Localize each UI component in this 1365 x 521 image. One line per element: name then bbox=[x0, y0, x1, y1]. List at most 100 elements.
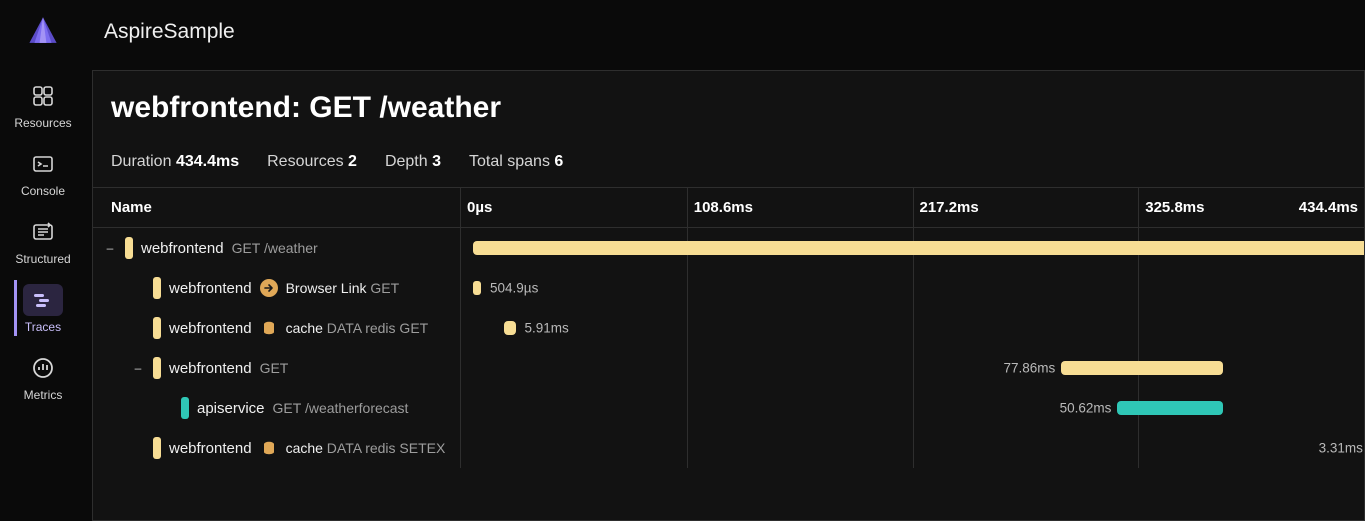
span-duration-label: 5.91ms bbox=[524, 321, 568, 336]
nav-item-metrics[interactable]: Metrics bbox=[14, 342, 71, 410]
nav-label: Metrics bbox=[24, 388, 63, 402]
span-name-cell: – webfrontend GET /weather bbox=[93, 228, 461, 268]
operation-name: cache DATA redis GET bbox=[286, 320, 429, 336]
span-row[interactable]: apiservice GET /weatherforecast 50.62ms bbox=[93, 388, 1364, 428]
operation-name: Browser Link GET bbox=[286, 280, 400, 296]
metrics-icon bbox=[23, 352, 63, 384]
grid-line bbox=[913, 388, 914, 428]
span-bar[interactable] bbox=[1117, 401, 1222, 415]
summary-spans: Total spans 6 bbox=[469, 153, 563, 171]
nav-item-console[interactable]: Console bbox=[14, 138, 71, 206]
span-row[interactable]: – webfrontend GET /weather bbox=[93, 228, 1364, 268]
grid-line bbox=[687, 348, 688, 388]
span-name-cell: webfrontend cache DATA redis SETEX bbox=[93, 428, 461, 468]
app-name: AspireSample bbox=[104, 20, 235, 44]
grid-line bbox=[1138, 268, 1139, 308]
nav-label: Console bbox=[21, 184, 65, 198]
span-name-cell: webfrontend Browser Link GET bbox=[93, 268, 461, 308]
span-bar-cell: 3.31ms bbox=[461, 428, 1364, 468]
grid-line bbox=[687, 308, 688, 348]
span-bar[interactable] bbox=[473, 281, 481, 295]
span-duration-label: 504.9µs bbox=[490, 281, 538, 296]
col-header-timeline: 0µs 108.6ms 217.2ms 325.8ms 434.4ms bbox=[461, 188, 1364, 227]
console-icon bbox=[23, 148, 63, 180]
resources-icon bbox=[23, 80, 63, 112]
nav-label: Structured bbox=[15, 252, 70, 266]
service-color-tag bbox=[153, 277, 161, 299]
summary-depth: Depth 3 bbox=[385, 153, 441, 171]
span-duration-label: 50.62ms bbox=[1060, 401, 1112, 416]
col-header-name: Name bbox=[93, 188, 461, 227]
app-logo bbox=[26, 14, 60, 48]
content-panel: webfrontend: GET /weather Duration 434.4… bbox=[92, 70, 1365, 521]
structured-icon bbox=[23, 216, 63, 248]
side-nav: Resources Console Structured Traces Metr… bbox=[0, 0, 86, 521]
axis-tick: 0µs bbox=[461, 188, 492, 227]
axis-tick: 325.8ms bbox=[1138, 188, 1204, 227]
grid-line bbox=[913, 308, 914, 348]
grid-line bbox=[1138, 308, 1139, 348]
summary-duration: Duration 434.4ms bbox=[111, 153, 239, 171]
operation-name: cache DATA redis SETEX bbox=[286, 440, 446, 456]
service-name: apiservice bbox=[197, 400, 265, 417]
span-bar-cell: 504.9µs bbox=[461, 268, 1364, 308]
span-row[interactable]: webfrontend Browser Link GET 504.9µs bbox=[93, 268, 1364, 308]
grid-line bbox=[913, 348, 914, 388]
span-bar-cell: 50.62ms bbox=[461, 388, 1364, 428]
span-bar-cell: 77.86ms bbox=[461, 348, 1364, 388]
database-icon bbox=[260, 319, 278, 337]
axis-tick: 217.2ms bbox=[913, 188, 979, 227]
service-name: webfrontend bbox=[169, 320, 252, 337]
span-row[interactable]: webfrontend cache DATA redis SETEX 3.31ms bbox=[93, 428, 1364, 468]
service-color-tag bbox=[125, 237, 133, 259]
expander-icon[interactable]: – bbox=[131, 361, 145, 375]
service-name: webfrontend bbox=[169, 440, 252, 457]
topbar: AspireSample bbox=[86, 0, 1365, 64]
span-duration-label: 3.31ms bbox=[1319, 441, 1363, 456]
axis-tick: 108.6ms bbox=[687, 188, 753, 227]
nav-item-traces[interactable]: Traces bbox=[14, 274, 71, 342]
span-rows: – webfrontend GET /weather webfrontend Brows… bbox=[93, 228, 1364, 468]
grid-line bbox=[687, 388, 688, 428]
span-bar-cell bbox=[461, 228, 1364, 268]
nav-item-resources[interactable]: Resources bbox=[14, 70, 71, 138]
nav-label: Traces bbox=[25, 320, 61, 334]
service-color-tag bbox=[153, 317, 161, 339]
span-bar[interactable] bbox=[1061, 361, 1223, 375]
service-name: webfrontend bbox=[169, 360, 252, 377]
service-color-tag bbox=[153, 357, 161, 379]
main: AspireSample webfrontend: GET /weather D… bbox=[86, 0, 1365, 521]
summary-resources: Resources 2 bbox=[267, 153, 357, 171]
service-name: webfrontend bbox=[141, 240, 224, 257]
operation-name: GET /weather bbox=[232, 240, 318, 256]
span-grid: Name 0µs 108.6ms 217.2ms 325.8ms 434.4ms – we… bbox=[93, 187, 1364, 520]
operation-name: GET bbox=[260, 360, 289, 376]
database-icon bbox=[260, 439, 278, 457]
trace-summary: Duration 434.4ms Resources 2 Depth 3 Tot… bbox=[93, 133, 1364, 187]
grid-line bbox=[687, 268, 688, 308]
nav-label: Resources bbox=[14, 116, 71, 130]
span-duration-label: 77.86ms bbox=[1004, 361, 1056, 376]
span-name-cell: apiservice GET /weatherforecast bbox=[93, 388, 461, 428]
traces-icon bbox=[23, 284, 63, 316]
link-icon bbox=[260, 279, 278, 297]
nav-item-structured[interactable]: Structured bbox=[14, 206, 71, 274]
page-title: webfrontend: GET /weather bbox=[93, 71, 1364, 133]
axis-tick: 434.4ms bbox=[1293, 188, 1358, 227]
service-name: webfrontend bbox=[169, 280, 252, 297]
span-bar[interactable] bbox=[504, 321, 516, 335]
grid-line bbox=[913, 268, 914, 308]
operation-name: GET /weatherforecast bbox=[273, 400, 409, 416]
grid-header: Name 0µs 108.6ms 217.2ms 325.8ms 434.4ms bbox=[93, 188, 1364, 228]
expander-icon[interactable]: – bbox=[103, 241, 117, 255]
span-bar-cell: 5.91ms bbox=[461, 308, 1364, 348]
span-name-cell: webfrontend cache DATA redis GET bbox=[93, 308, 461, 348]
span-row[interactable]: – webfrontend GET 77.86ms bbox=[93, 348, 1364, 388]
grid-line bbox=[913, 428, 914, 468]
grid-line bbox=[687, 428, 688, 468]
span-bar[interactable] bbox=[473, 241, 1365, 255]
span-name-cell: – webfrontend GET bbox=[93, 348, 461, 388]
span-row[interactable]: webfrontend cache DATA redis GET 5.91ms bbox=[93, 308, 1364, 348]
service-color-tag bbox=[181, 397, 189, 419]
service-color-tag bbox=[153, 437, 161, 459]
